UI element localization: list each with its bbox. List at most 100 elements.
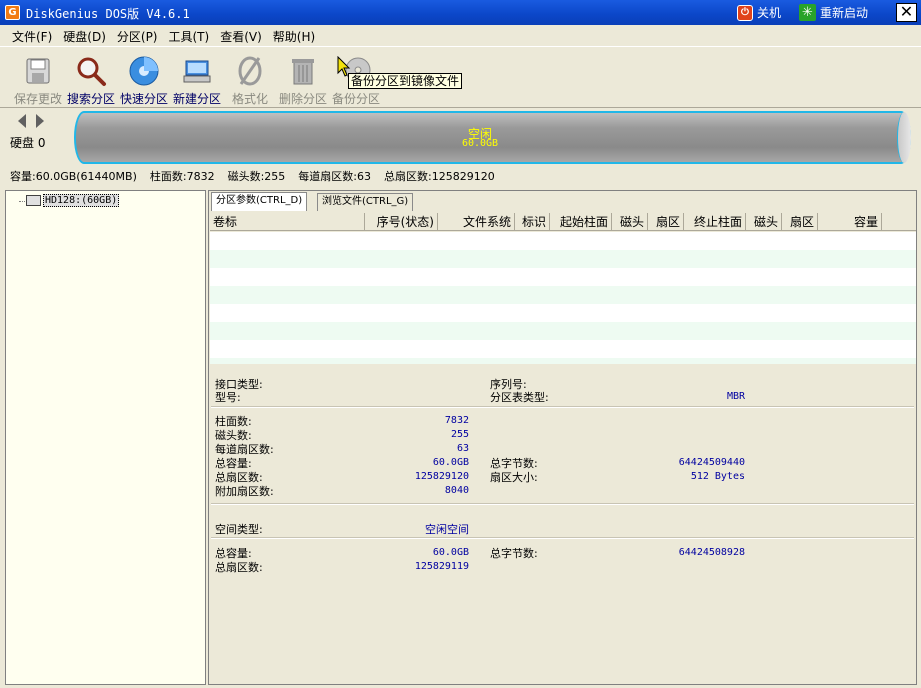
- info-total-sectors: 总扇区数:125829120: [384, 170, 495, 183]
- space-type-value: 空闲空间: [425, 523, 469, 536]
- sector-size-value: 512 Bytes: [690, 471, 745, 482]
- format-icon: [234, 55, 266, 87]
- hard-disk-icon: [26, 195, 41, 206]
- search-partition-button[interactable]: 搜索分区: [63, 55, 119, 107]
- total-capacity-value: 60.0GB: [432, 457, 469, 468]
- cylinders-value: 7832: [444, 415, 469, 426]
- restart-label: 重新启动: [820, 6, 869, 20]
- quick-partition-icon: [128, 55, 160, 87]
- tooltip: 备份分区到镜像文件: [348, 73, 463, 89]
- tab-partition-params[interactable]: 分区参数(CTRL_D): [211, 192, 308, 211]
- new-partition-button[interactable]: 新建分区: [169, 55, 225, 107]
- table-row[interactable]: [210, 358, 916, 364]
- partition-table-type-value: MBR: [726, 391, 745, 402]
- previous-disk-button[interactable]: [18, 114, 26, 128]
- total-sectors-value: 125829120: [414, 471, 469, 482]
- sectors-per-track-value: 63: [456, 443, 469, 454]
- format-label: 格式化: [231, 92, 268, 106]
- format-button[interactable]: 格式化: [222, 55, 278, 107]
- col-start-head[interactable]: 磁头: [612, 213, 648, 231]
- window-title: DiskGenius DOS版 V4.6.1: [26, 7, 190, 21]
- col-end-cylinder[interactable]: 终止柱面: [684, 213, 746, 231]
- info-capacity: 容量:60.0GB(61440MB): [10, 170, 137, 183]
- quick-partition-button[interactable]: 快速分区: [116, 55, 172, 107]
- info-cylinders: 柱面数:7832: [149, 170, 215, 183]
- space-sectors-label: 总扇区数:: [215, 561, 263, 574]
- extra-sectors-value: 8040: [444, 485, 469, 496]
- table-row[interactable]: [210, 232, 916, 250]
- menu-help[interactable]: 帮助(H): [269, 25, 319, 45]
- col-volume-label[interactable]: 卷标: [210, 213, 365, 231]
- restart-icon: ✳: [799, 4, 816, 21]
- col-end-head[interactable]: 磁头: [746, 213, 782, 231]
- total-bytes-value: 64424509440: [678, 457, 745, 468]
- col-start-sector[interactable]: 扇区: [648, 213, 684, 231]
- info-heads: 磁头数:255: [227, 170, 286, 183]
- divider: [211, 503, 914, 505]
- menu-partition[interactable]: 分区(P): [113, 25, 162, 45]
- partition-table-body: [210, 232, 916, 364]
- space-sectors-value: 125829119: [414, 561, 469, 572]
- save-changes-button[interactable]: 保存更改: [10, 55, 66, 107]
- col-file-system[interactable]: 文件系统: [438, 213, 515, 231]
- table-row[interactable]: [210, 340, 916, 358]
- table-row[interactable]: [210, 268, 916, 286]
- extra-sectors-label: 附加扇区数:: [215, 485, 274, 498]
- disk-info-line: 容量:60.0GB(61440MB) 柱面数:7832 磁头数:255 每道扇区…: [10, 168, 495, 184]
- disk-map-bar-cap: [897, 112, 911, 163]
- backup-partition-label: 备份分区: [331, 92, 380, 106]
- close-button[interactable]: ✕: [896, 3, 917, 22]
- save-icon: [22, 55, 54, 87]
- partition-table-header: 卷标 序号(状态) 文件系统 标识 起始柱面 磁头 扇区 终止柱面 磁头 扇区 …: [210, 213, 916, 231]
- shutdown-label: 关机: [757, 6, 782, 20]
- search-icon: [75, 55, 107, 87]
- info-sectors-per-track: 每道扇区数:63: [298, 170, 371, 183]
- menu-disk[interactable]: 硬盘(D): [59, 25, 110, 45]
- menu-view[interactable]: 查看(V): [216, 25, 266, 45]
- power-icon: ⏻: [737, 4, 753, 21]
- search-label: 搜索分区: [66, 92, 115, 106]
- disk-label: 硬盘 0: [10, 136, 46, 150]
- delete-partition-label: 删除分区: [278, 92, 327, 106]
- disk-navigator: [16, 114, 46, 128]
- model-label: 型号:: [215, 391, 241, 404]
- restart-button[interactable]: ✳ 重新启动: [799, 3, 868, 22]
- table-row[interactable]: [210, 322, 916, 340]
- table-row[interactable]: [210, 304, 916, 322]
- sector-size-label: 扇区大小:: [490, 471, 538, 484]
- col-index-status[interactable]: 序号(状态): [365, 213, 438, 231]
- col-end-sector[interactable]: 扇区: [782, 213, 818, 231]
- divider: [211, 406, 914, 408]
- divider: [211, 537, 914, 539]
- title-bar: G DiskGenius DOS版 V4.6.1 ⏻ 关机 ✳ 重新启动 ✕: [0, 0, 921, 25]
- partition-table-type-label: 分区表类型:: [490, 391, 549, 404]
- menu-file[interactable]: 文件(F): [8, 25, 56, 45]
- quick-partition-label: 快速分区: [119, 92, 168, 106]
- app-icon: G: [5, 5, 20, 20]
- col-start-cylinder[interactable]: 起始柱面: [550, 213, 612, 231]
- menu-tools[interactable]: 工具(T): [165, 25, 214, 45]
- space-bytes-label: 总字节数:: [490, 547, 538, 560]
- partition-panel: 分区参数(CTRL_D) 浏览文件(CTRL_G) 卷标 序号(状态) 文件系统…: [208, 190, 917, 685]
- shutdown-button[interactable]: ⏻ 关机: [737, 3, 781, 22]
- table-row[interactable]: [210, 250, 916, 268]
- heads-value: 255: [450, 429, 469, 440]
- tree-item-disk[interactable]: HD128:(60GB): [43, 194, 120, 207]
- space-type-label: 空间类型:: [215, 523, 263, 536]
- next-disk-button[interactable]: [36, 114, 44, 128]
- save-label: 保存更改: [13, 92, 62, 106]
- col-id[interactable]: 标识: [515, 213, 550, 231]
- disk-details: 接口类型: 型号: 序列号: 分区表类型: MBR 柱面数: 7832 磁头数:…: [209, 369, 916, 684]
- tab-browse-files[interactable]: 浏览文件(CTRL_G): [317, 193, 414, 211]
- col-capacity[interactable]: 容量: [818, 213, 882, 231]
- delete-partition-button[interactable]: 删除分区: [275, 55, 331, 107]
- space-capacity-value: 60.0GB: [432, 547, 469, 558]
- new-partition-icon: [181, 55, 213, 87]
- trash-icon: [287, 55, 319, 87]
- menu-bar: 文件(F) 硬盘(D) 分区(P) 工具(T) 查看(V) 帮助(H): [0, 25, 921, 45]
- disk-tree-panel: HD128:(60GB): [5, 190, 206, 685]
- new-partition-label: 新建分区: [172, 92, 221, 106]
- free-space-size: 60.0GB: [461, 138, 499, 149]
- table-row[interactable]: [210, 286, 916, 304]
- space-bytes-value: 64424508928: [678, 547, 745, 558]
